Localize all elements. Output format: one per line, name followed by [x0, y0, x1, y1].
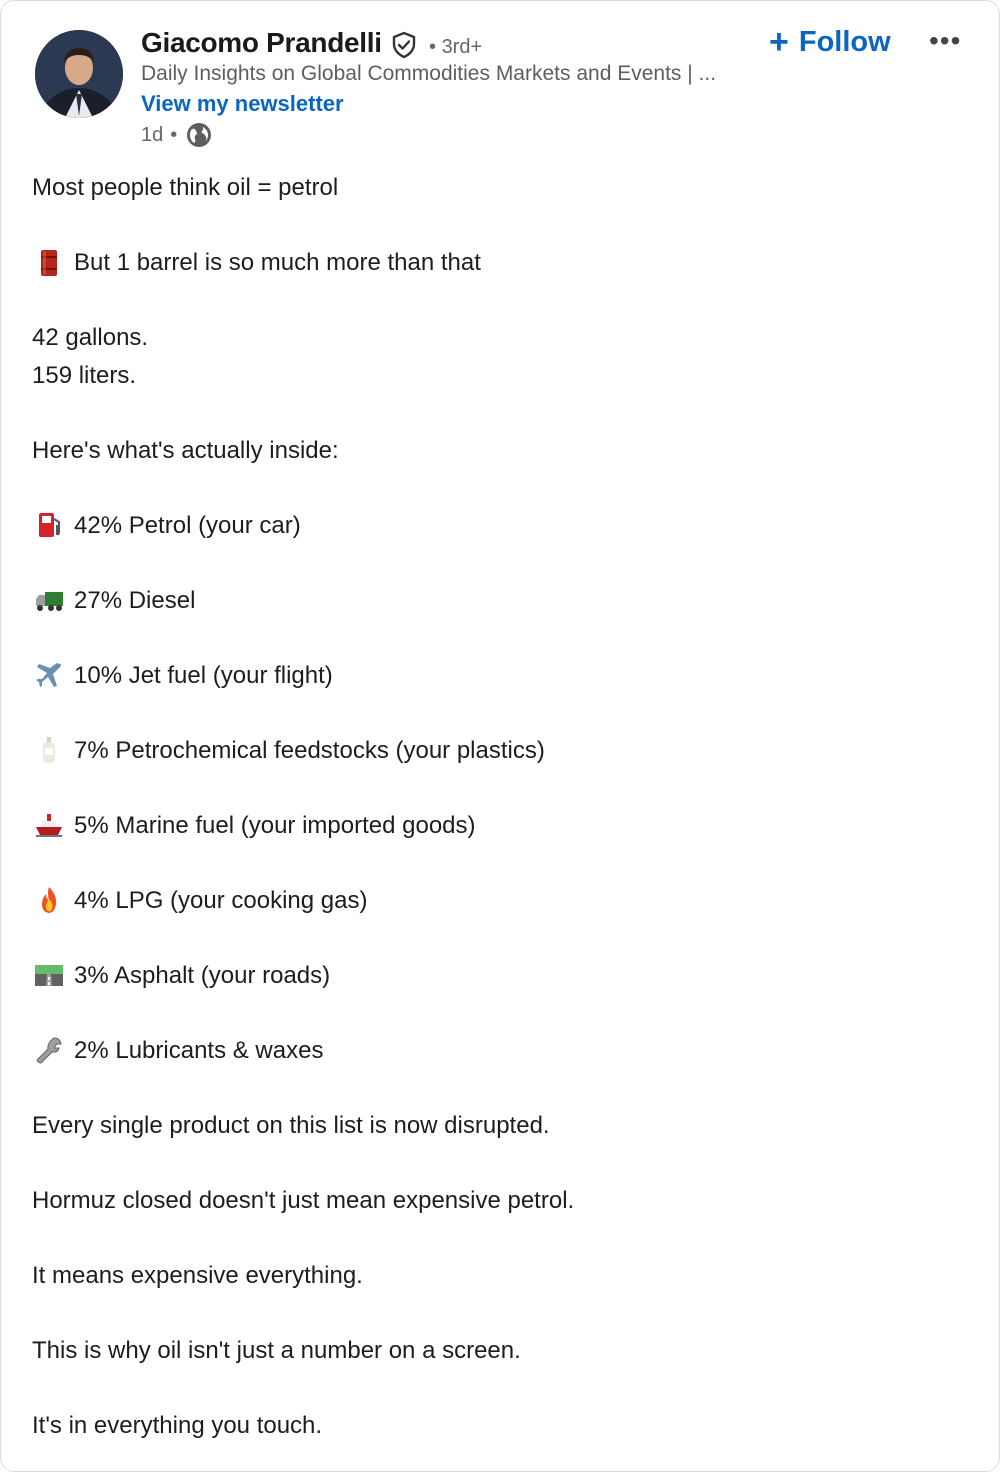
follow-label: Follow [798, 25, 891, 58]
breakdown-text: 27% Diesel [74, 586, 196, 614]
author-avatar[interactable] [35, 30, 123, 118]
ship-icon [32, 808, 66, 842]
author-name[interactable]: Giacomo Prandelli [141, 27, 382, 59]
breakdown-text: 7% Petrochemical feedstocks (your plasti… [74, 736, 545, 764]
globe-icon [186, 122, 212, 148]
closing-line: This is why oil isn't just a number on a… [32, 1336, 521, 1364]
post-card: Giacomo Prandelli • 3rd+ Daily Insights … [0, 0, 1000, 1472]
breakdown-text: 42% Petrol (your car) [74, 511, 301, 539]
breakdown-item: 2% Lubricants & waxes [32, 1032, 972, 1070]
gallons-line: 42 gallons. [32, 324, 149, 351]
breakdown-item: 10% Jet fuel (your flight) [32, 657, 972, 695]
road-icon [32, 958, 66, 992]
oil-drum-icon [32, 246, 66, 280]
breakdown-text: 3% Asphalt (your roads) [74, 961, 331, 989]
breakdown-item: 42% Petrol (your car) [32, 507, 972, 545]
author-headline: Daily Insights on Global Commodities Mar… [141, 62, 717, 85]
breakdown-item: 3% Asphalt (your roads) [32, 957, 972, 995]
shield-check-icon [390, 31, 418, 59]
barrel-line: But 1 barrel is so much more than that [32, 244, 972, 282]
breakdown-text: 2% Lubricants & waxes [74, 1036, 324, 1064]
closing-line: Every single product on this list is now… [32, 1111, 550, 1139]
breakdown-text: 4% LPG (your cooking gas) [74, 886, 368, 914]
breakdown-text: 5% Marine fuel (your imported goods) [74, 811, 476, 839]
follow-button[interactable]: + Follow [769, 25, 891, 59]
post-body: Most people think oil = petrol But 1 bar… [32, 169, 972, 1444]
wrench-icon [32, 1033, 66, 1067]
plus-icon: + [769, 23, 789, 61]
breakdown-item: 5% Marine fuel (your imported goods) [32, 807, 972, 845]
breakdown-text: 10% Jet fuel (your flight) [74, 661, 333, 689]
post-timestamp: 1d [141, 123, 164, 146]
liters-line: 159 liters. [32, 361, 137, 389]
connection-degree: • 3rd+ [429, 36, 483, 58]
closing-line: It's in everything you touch. [32, 1411, 323, 1439]
post-intro: Most people think oil = petrol [32, 174, 339, 201]
breakdown-item: 7% Petrochemical feedstocks (your plasti… [32, 732, 972, 770]
inside-heading: Here's what's actually inside: [32, 436, 339, 464]
breakdown-item: 27% Diesel [32, 582, 972, 620]
lotion-bottle-icon [32, 733, 66, 767]
truck-icon [32, 583, 66, 617]
closing-line: Hormuz closed doesn't just mean expensiv… [32, 1186, 575, 1214]
fire-icon [32, 883, 66, 917]
view-newsletter-link[interactable]: View my newsletter [141, 91, 344, 117]
fuel-pump-icon [32, 508, 66, 542]
closing-line: It means expensive everything. [32, 1261, 363, 1289]
airplane-icon [32, 658, 66, 692]
breakdown-item: 4% LPG (your cooking gas) [32, 882, 972, 920]
meta-separator: • [170, 123, 178, 146]
post-meta: 1d • [141, 122, 212, 148]
degree-label: 3rd+ [441, 36, 483, 58]
ellipsis-icon[interactable]: ••• [929, 25, 961, 57]
barrel-text: But 1 barrel is so much more than that [74, 249, 481, 276]
